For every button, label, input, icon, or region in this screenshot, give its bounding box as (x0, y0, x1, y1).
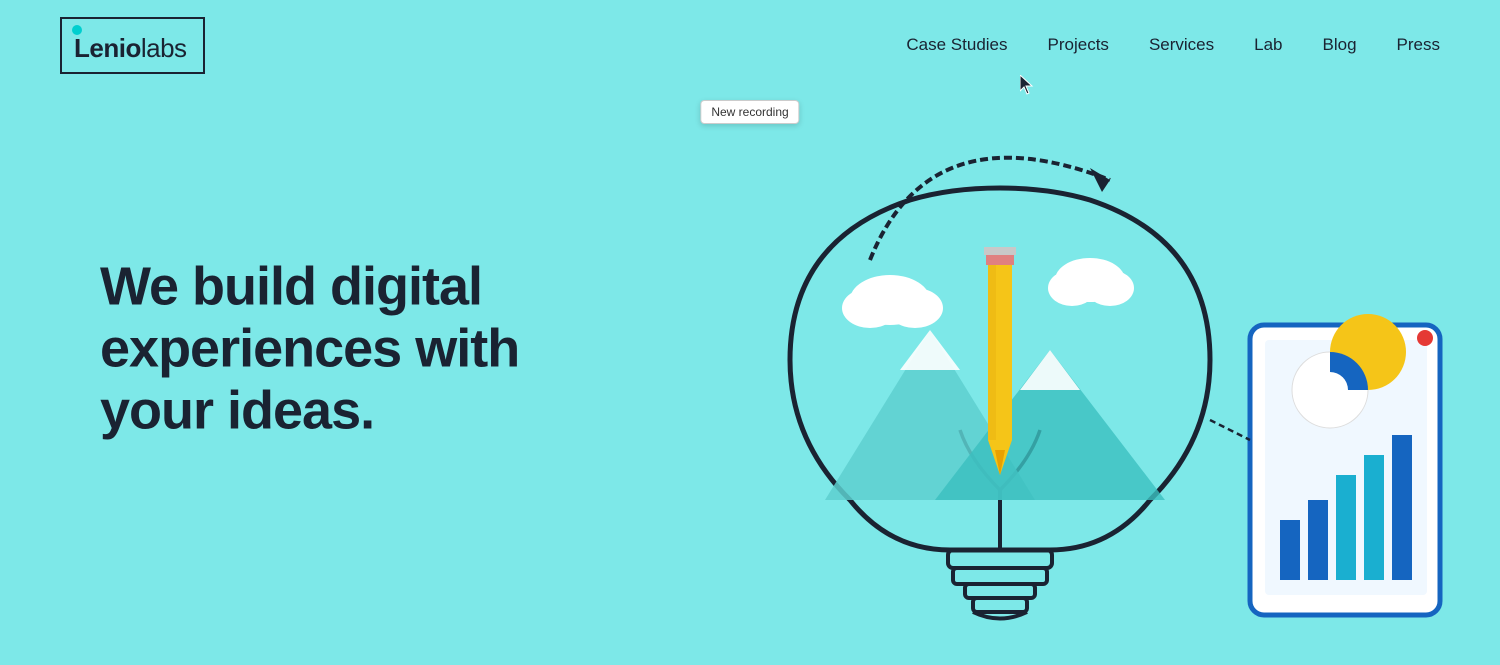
nav-services[interactable]: Services (1149, 35, 1214, 55)
nav-press[interactable]: Press (1397, 35, 1440, 55)
nav-blog[interactable]: Blog (1323, 35, 1357, 55)
hero-section: We build digital experiences with your i… (100, 255, 519, 441)
hero-illustration (670, 60, 1450, 660)
header: Leniolabs Case Studies Projects Services… (0, 0, 1500, 90)
logo-dot (72, 25, 82, 35)
nav-case-studies[interactable]: Case Studies (906, 35, 1007, 55)
nav-projects[interactable]: Projects (1048, 35, 1109, 55)
hero-heading: We build digital experiences with your i… (100, 255, 519, 441)
logo-text: Leniolabs (74, 27, 187, 64)
logo[interactable]: Leniolabs (60, 17, 205, 74)
nav-lab[interactable]: Lab (1254, 35, 1282, 55)
new-recording-tooltip: New recording (700, 100, 799, 124)
main-nav: Case Studies Projects Services Lab Blog … (906, 35, 1440, 55)
